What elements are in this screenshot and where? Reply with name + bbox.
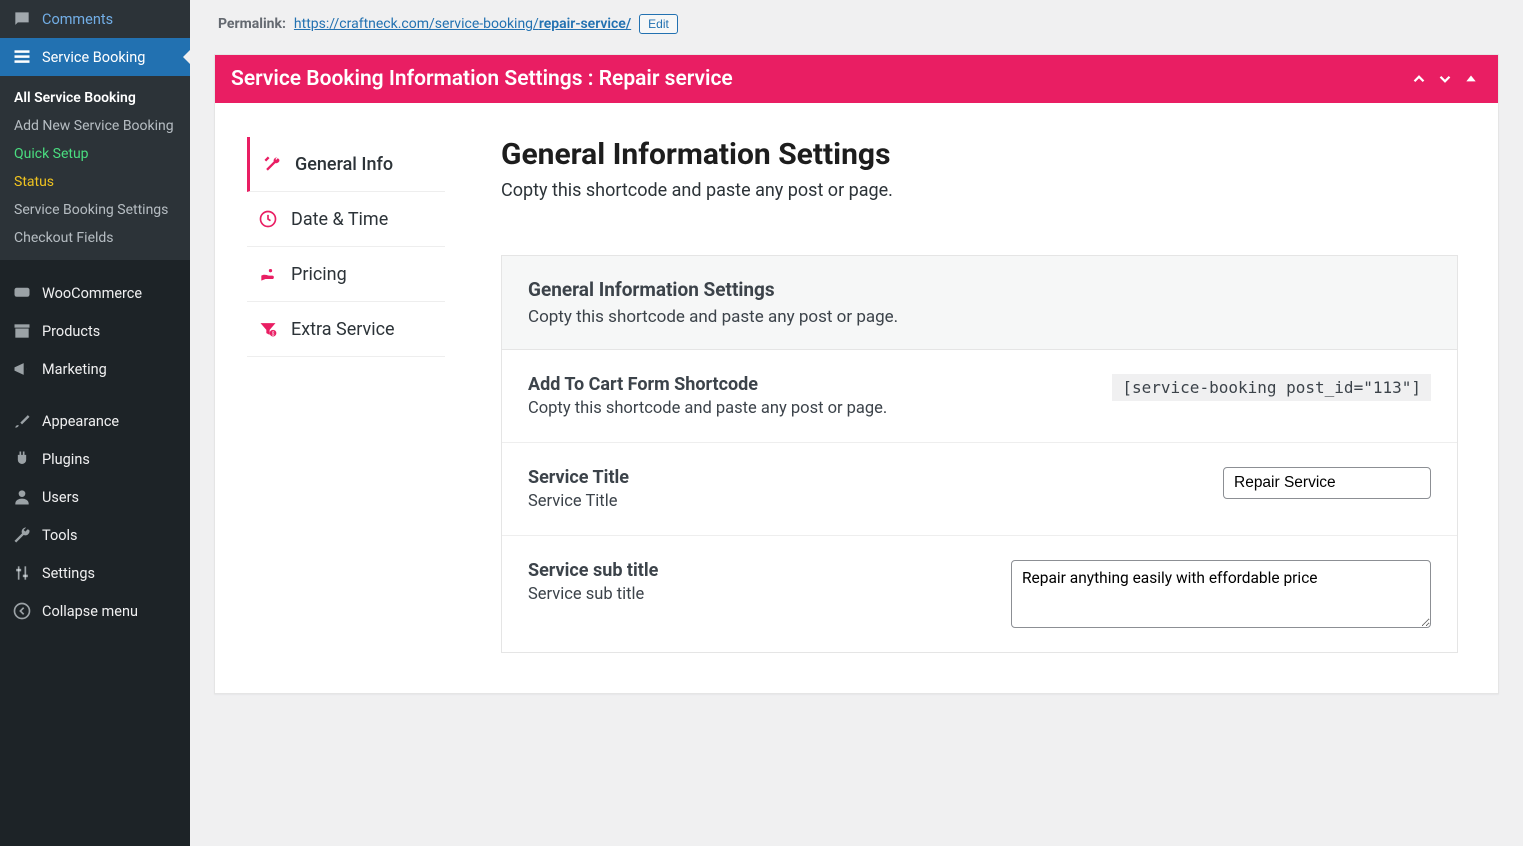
sidebar-item-label: Comments: [42, 11, 113, 28]
sidebar-item-label: Marketing: [42, 361, 107, 378]
permalink-label: Permalink:: [218, 16, 286, 32]
sidebar-item-comments[interactable]: Comments: [0, 0, 190, 38]
submenu-service-booking-settings[interactable]: Service Booking Settings: [0, 196, 190, 224]
tab-label: General Info: [295, 154, 393, 175]
permalink-link[interactable]: https://craftneck.com/service-booking/re…: [294, 16, 631, 32]
brush-icon: [12, 411, 32, 431]
sidebar-item-label: Appearance: [42, 413, 119, 430]
service-title-input[interactable]: [1223, 467, 1431, 499]
card-header: General Information Settings Copty this …: [502, 256, 1457, 350]
sidebar-item-label: Collapse menu: [42, 603, 138, 620]
service-subtitle-label: Service sub title: [528, 560, 658, 581]
sidebar-submenu: All Service Booking Add New Service Book…: [0, 76, 190, 260]
comment-icon: [12, 9, 32, 29]
metabox-title: Service Booking Information Settings : R…: [231, 67, 733, 91]
settings-panel: General Information Settings Copty this …: [501, 137, 1458, 653]
sidebar-item-users[interactable]: Users: [0, 478, 190, 516]
sidebar-item-appearance[interactable]: Appearance: [0, 402, 190, 440]
submenu-checkout-fields[interactable]: Checkout Fields: [0, 224, 190, 252]
tab-label: Pricing: [291, 264, 347, 285]
metabox-down-icon[interactable]: [1434, 68, 1456, 90]
user-icon: [12, 487, 32, 507]
settings-card: General Information Settings Copty this …: [501, 255, 1458, 653]
tab-general-info[interactable]: General Info: [247, 137, 445, 192]
service-subtitle-input[interactable]: [1011, 560, 1431, 628]
plug-icon: [12, 449, 32, 469]
tools-icon: [261, 153, 283, 175]
submenu-all-service-booking[interactable]: All Service Booking: [0, 84, 190, 112]
sidebar-item-label: Plugins: [42, 451, 90, 468]
sidebar-item-label: Users: [42, 489, 79, 506]
shortcode-label: Add To Cart Form Shortcode: [528, 374, 887, 395]
field-shortcode: Add To Cart Form Shortcode Copty this sh…: [502, 350, 1457, 443]
main-content: Permalink: https://craftneck.com/service…: [190, 0, 1523, 846]
clock-icon: [257, 208, 279, 230]
hand-money-icon: [257, 263, 279, 285]
service-subtitle-sub: Service sub title: [528, 585, 658, 604]
sidebar-item-label: WooCommerce: [42, 285, 142, 302]
shortcode-value[interactable]: [service-booking post_id="113"]: [1112, 374, 1431, 401]
submenu-add-new-service-booking[interactable]: Add New Service Booking: [0, 112, 190, 140]
tab-pricing[interactable]: Pricing: [247, 247, 445, 302]
card-header-title: General Information Settings: [528, 278, 1431, 301]
settings-tabs: General Info Date & Time Pricing: [247, 137, 445, 653]
tab-extra-service[interactable]: $ Extra Service: [247, 302, 445, 357]
panel-subheading: Copty this shortcode and paste any post …: [501, 180, 1458, 201]
sidebar-item-settings[interactable]: Settings: [0, 554, 190, 592]
field-service-title: Service Title Service Title: [502, 443, 1457, 536]
tab-label: Extra Service: [291, 319, 395, 340]
sidebar-item-products[interactable]: Products: [0, 312, 190, 350]
sidebar-item-tools[interactable]: Tools: [0, 516, 190, 554]
woo-icon: [12, 283, 32, 303]
metabox-up-icon[interactable]: [1408, 68, 1430, 90]
archive-icon: [12, 321, 32, 341]
filter-icon: $: [257, 318, 279, 340]
wrench-icon: [12, 525, 32, 545]
list-icon: [12, 47, 32, 67]
submenu-status[interactable]: Status: [0, 168, 190, 196]
megaphone-icon: [12, 359, 32, 379]
edit-slug-button[interactable]: Edit: [639, 14, 678, 34]
sidebar-item-collapse[interactable]: Collapse menu: [0, 592, 190, 630]
metabox-toggle-icon[interactable]: [1460, 68, 1482, 90]
tab-label: Date & Time: [291, 209, 388, 230]
sidebar-item-label: Service Booking: [42, 49, 145, 66]
admin-sidebar: Comments Service Booking All Service Boo…: [0, 0, 190, 846]
svg-text:$: $: [272, 331, 275, 338]
card-header-sub: Copty this shortcode and paste any post …: [528, 307, 1431, 327]
tab-date-time[interactable]: Date & Time: [247, 192, 445, 247]
submenu-quick-setup[interactable]: Quick Setup: [0, 140, 190, 168]
service-title-sub: Service Title: [528, 492, 629, 511]
settings-icon: [12, 563, 32, 583]
sidebar-item-woocommerce[interactable]: WooCommerce: [0, 274, 190, 312]
shortcode-sub: Copty this shortcode and paste any post …: [528, 399, 887, 418]
settings-metabox: Service Booking Information Settings : R…: [214, 54, 1499, 694]
sidebar-item-label: Products: [42, 323, 100, 340]
collapse-icon: [12, 601, 32, 621]
sidebar-item-label: Tools: [42, 527, 78, 544]
sidebar-item-marketing[interactable]: Marketing: [0, 350, 190, 388]
metabox-header: Service Booking Information Settings : R…: [215, 55, 1498, 103]
sidebar-item-service-booking[interactable]: Service Booking: [0, 38, 190, 76]
field-service-subtitle: Service sub title Service sub title: [502, 536, 1457, 652]
sidebar-item-plugins[interactable]: Plugins: [0, 440, 190, 478]
permalink-row: Permalink: https://craftneck.com/service…: [214, 0, 1499, 54]
service-title-label: Service Title: [528, 467, 629, 488]
sidebar-item-label: Settings: [42, 565, 95, 582]
panel-heading: General Information Settings: [501, 137, 1458, 172]
